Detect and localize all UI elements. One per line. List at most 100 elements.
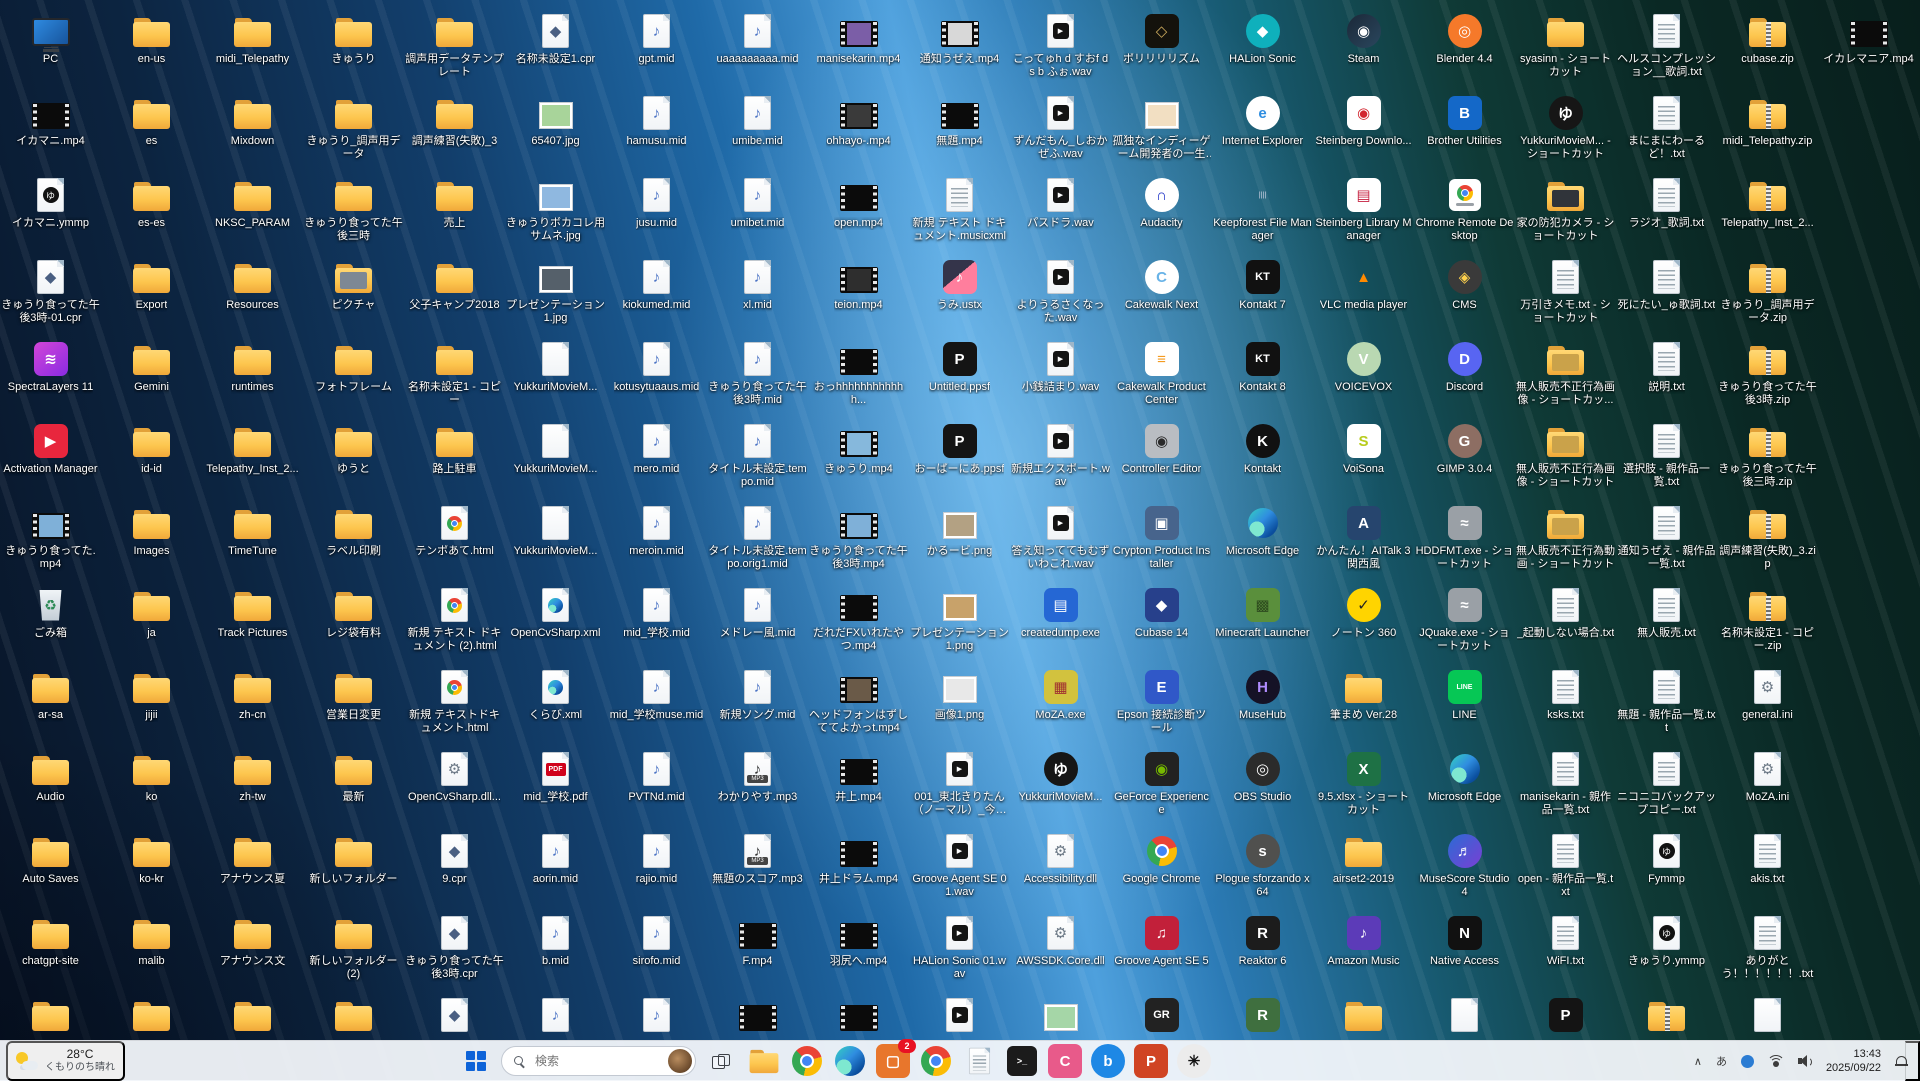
desktop-icon[interactable]: ♪ b.mid: [505, 910, 606, 992]
desktop-icon[interactable]: N Native Access: [1414, 910, 1515, 992]
desktop-icon[interactable]: manisekarin - 親作品一覧.txt: [1515, 746, 1616, 828]
desktop-icon[interactable]: ko-kr: [101, 828, 202, 910]
desktop-icon[interactable]: [202, 992, 303, 1040]
desktop-icon[interactable]: Telepathy_Inst_2...: [1717, 172, 1818, 254]
desktop-icon[interactable]: ◉ Controller Editor: [1111, 418, 1212, 500]
desktop-icon[interactable]: 家の防犯カメラ - ショートカット: [1515, 172, 1616, 254]
desktop-icon[interactable]: ▶ ずんだもん_しおかぜふ.wav: [1010, 90, 1111, 172]
desktop-icon[interactable]: 営業日変更: [303, 664, 404, 746]
clock[interactable]: 13:43 2025/09/22: [1824, 1045, 1883, 1078]
desktop-icon[interactable]: ♪ MP3 無題のスコア.mp3: [707, 828, 808, 910]
desktop-icon[interactable]: [0, 992, 101, 1040]
desktop-icon[interactable]: K Kontakt: [1212, 418, 1313, 500]
desktop-icon[interactable]: ♪ Amazon Music: [1313, 910, 1414, 992]
desktop-icon[interactable]: ▤ Steinberg Library Manager: [1313, 172, 1414, 254]
desktop-icon[interactable]: だれだFXいれたやつ.mp4: [808, 582, 909, 664]
desktop-icon[interactable]: GR: [1111, 992, 1212, 1040]
desktop-icon[interactable]: NKSC_PARAM: [202, 172, 303, 254]
desktop-icon[interactable]: ♪ kotusytuaaus.mid: [606, 336, 707, 418]
desktop-icon[interactable]: teion.mp4: [808, 254, 909, 336]
desktop-icon[interactable]: 路上駐車: [404, 418, 505, 500]
desktop-icon[interactable]: id-id: [101, 418, 202, 500]
desktop-icon[interactable]: [1717, 992, 1818, 1040]
desktop-icon[interactable]: chatgpt-site: [0, 910, 101, 992]
desktop-icon[interactable]: イカマニ.mp4: [0, 90, 101, 172]
desktop-icon[interactable]: 調声用データテンプレート: [404, 8, 505, 90]
desktop-icon[interactable]: Audio: [0, 746, 101, 828]
desktop-icon[interactable]: [1010, 992, 1111, 1040]
tray-overflow-chevron-icon[interactable]: ∧: [1692, 1053, 1704, 1070]
desktop-icon[interactable]: 説明.txt: [1616, 336, 1717, 418]
start-button[interactable]: [458, 1043, 494, 1079]
desktop-icon[interactable]: 通知うぜえ - 親作品一覧.txt: [1616, 500, 1717, 582]
desktop-icon[interactable]: プレゼンテーション1.png: [909, 582, 1010, 664]
desktop-icon[interactable]: V VOICEVOX: [1313, 336, 1414, 418]
desktop-icon[interactable]: ◆ HALion Sonic: [1212, 8, 1313, 90]
desktop-icon[interactable]: ♪ mid_学校muse.mid: [606, 664, 707, 746]
desktop-icon[interactable]: ♪ xl.mid: [707, 254, 808, 336]
desktop-icon[interactable]: ♪ jusu.mid: [606, 172, 707, 254]
desktop-icon[interactable]: ▣ Crypton Product Installer: [1111, 500, 1212, 582]
desktop-icon[interactable]: YukkuriMovieM...: [505, 336, 606, 418]
desktop-icon[interactable]: es-es: [101, 172, 202, 254]
desktop-icon[interactable]: ♪ メドレー風.mid: [707, 582, 808, 664]
taskbar-app-pink-app[interactable]: C: [1047, 1043, 1083, 1079]
desktop-icon[interactable]: ♪ uaaaaaaaaa.mid: [707, 8, 808, 90]
search-daily-image[interactable]: [668, 1049, 692, 1073]
desktop-icon[interactable]: ksks.txt: [1515, 664, 1616, 746]
desktop-icon[interactable]: ohhayo-.mp4: [808, 90, 909, 172]
desktop-icon[interactable]: Images: [101, 500, 202, 582]
desktop-icon[interactable]: Resources: [202, 254, 303, 336]
desktop-icon[interactable]: ゆ Fymmp: [1616, 828, 1717, 910]
desktop-icon[interactable]: Telepathy_Inst_2...: [202, 418, 303, 500]
desktop-icon[interactable]: プレゼンテーション1.jpg: [505, 254, 606, 336]
desktop-icon[interactable]: イカレマニア.mp4: [1818, 8, 1919, 90]
desktop-icon[interactable]: テンポあて.html: [404, 500, 505, 582]
desktop-icon[interactable]: C Cakewalk Next: [1111, 254, 1212, 336]
desktop-icon[interactable]: ♪ hamusu.mid: [606, 90, 707, 172]
desktop-icon[interactable]: ヘッドフォンはずしててよかっt.mp4: [808, 664, 909, 746]
desktop-icon[interactable]: airset2-2019: [1313, 828, 1414, 910]
desktop-icon[interactable]: きゅうり_調声用データ.zip: [1717, 254, 1818, 336]
desktop-icon[interactable]: es: [101, 90, 202, 172]
desktop-icon[interactable]: Mixdown: [202, 90, 303, 172]
search-box[interactable]: [501, 1046, 696, 1076]
taskbar-app-terminal[interactable]: >_: [1004, 1043, 1040, 1079]
show-desktop-button[interactable]: [1905, 1041, 1920, 1081]
desktop-icon[interactable]: S VoiSona: [1313, 418, 1414, 500]
desktop-icon[interactable]: ♪ うみ.ustx: [909, 254, 1010, 336]
desktop-icon[interactable]: PDF mid_学校.pdf: [505, 746, 606, 828]
desktop-icon[interactable]: manisekarin.mp4: [808, 8, 909, 90]
desktop-icon[interactable]: 通知うぜえ.mp4: [909, 8, 1010, 90]
desktop-icon[interactable]: ♪ kiokumed.mid: [606, 254, 707, 336]
desktop-icon[interactable]: 画像1.png: [909, 664, 1010, 746]
desktop-icon[interactable]: ◆ Cubase 14: [1111, 582, 1212, 664]
desktop-icon[interactable]: ko: [101, 746, 202, 828]
desktop-icon[interactable]: P Untitled.ppsf: [909, 336, 1010, 418]
desktop-icon[interactable]: ◉ GeForce Experience: [1111, 746, 1212, 828]
desktop-icon[interactable]: 万引きメモ.txt - ショートカット: [1515, 254, 1616, 336]
desktop-icon[interactable]: WiFI.txt: [1515, 910, 1616, 992]
desktop-icon[interactable]: ♪: [606, 992, 707, 1040]
desktop-icon[interactable]: ✓ ノートン 360: [1313, 582, 1414, 664]
desktop-icon[interactable]: ♪ meroin.mid: [606, 500, 707, 582]
desktop-icon[interactable]: LINE LINE: [1414, 664, 1515, 746]
desktop-icon[interactable]: ゆ YukkuriMovieM...: [1010, 746, 1111, 828]
desktop-icon[interactable]: ◆: [404, 992, 505, 1040]
desktop-icon[interactable]: くらび.xml: [505, 664, 606, 746]
desktop-icon[interactable]: 新しいフォルダー (2): [303, 910, 404, 992]
desktop-icon[interactable]: レジ袋有料: [303, 582, 404, 664]
desktop-icon[interactable]: ♻ ごみ箱: [0, 582, 101, 664]
desktop-icon[interactable]: ◎ OBS Studio: [1212, 746, 1313, 828]
desktop-icon[interactable]: Google Chrome: [1111, 828, 1212, 910]
desktop-icon[interactable]: ◆ 名称未設定1.cpr: [505, 8, 606, 90]
desktop-icon[interactable]: PC: [0, 8, 101, 90]
desktop-icon[interactable]: ♪ aorin.mid: [505, 828, 606, 910]
desktop-icon[interactable]: 選択肢 - 親作品一覧.txt: [1616, 418, 1717, 500]
desktop-icon[interactable]: かるービ.png: [909, 500, 1010, 582]
desktop-icon[interactable]: ▶ HALion Sonic 01.wav: [909, 910, 1010, 992]
desktop-icon[interactable]: 売上: [404, 172, 505, 254]
desktop-icon[interactable]: 新しいフォルダー: [303, 828, 404, 910]
desktop-icon[interactable]: X 9.5.xlsx - ショートカット: [1313, 746, 1414, 828]
desktop-icon[interactable]: [808, 992, 909, 1040]
